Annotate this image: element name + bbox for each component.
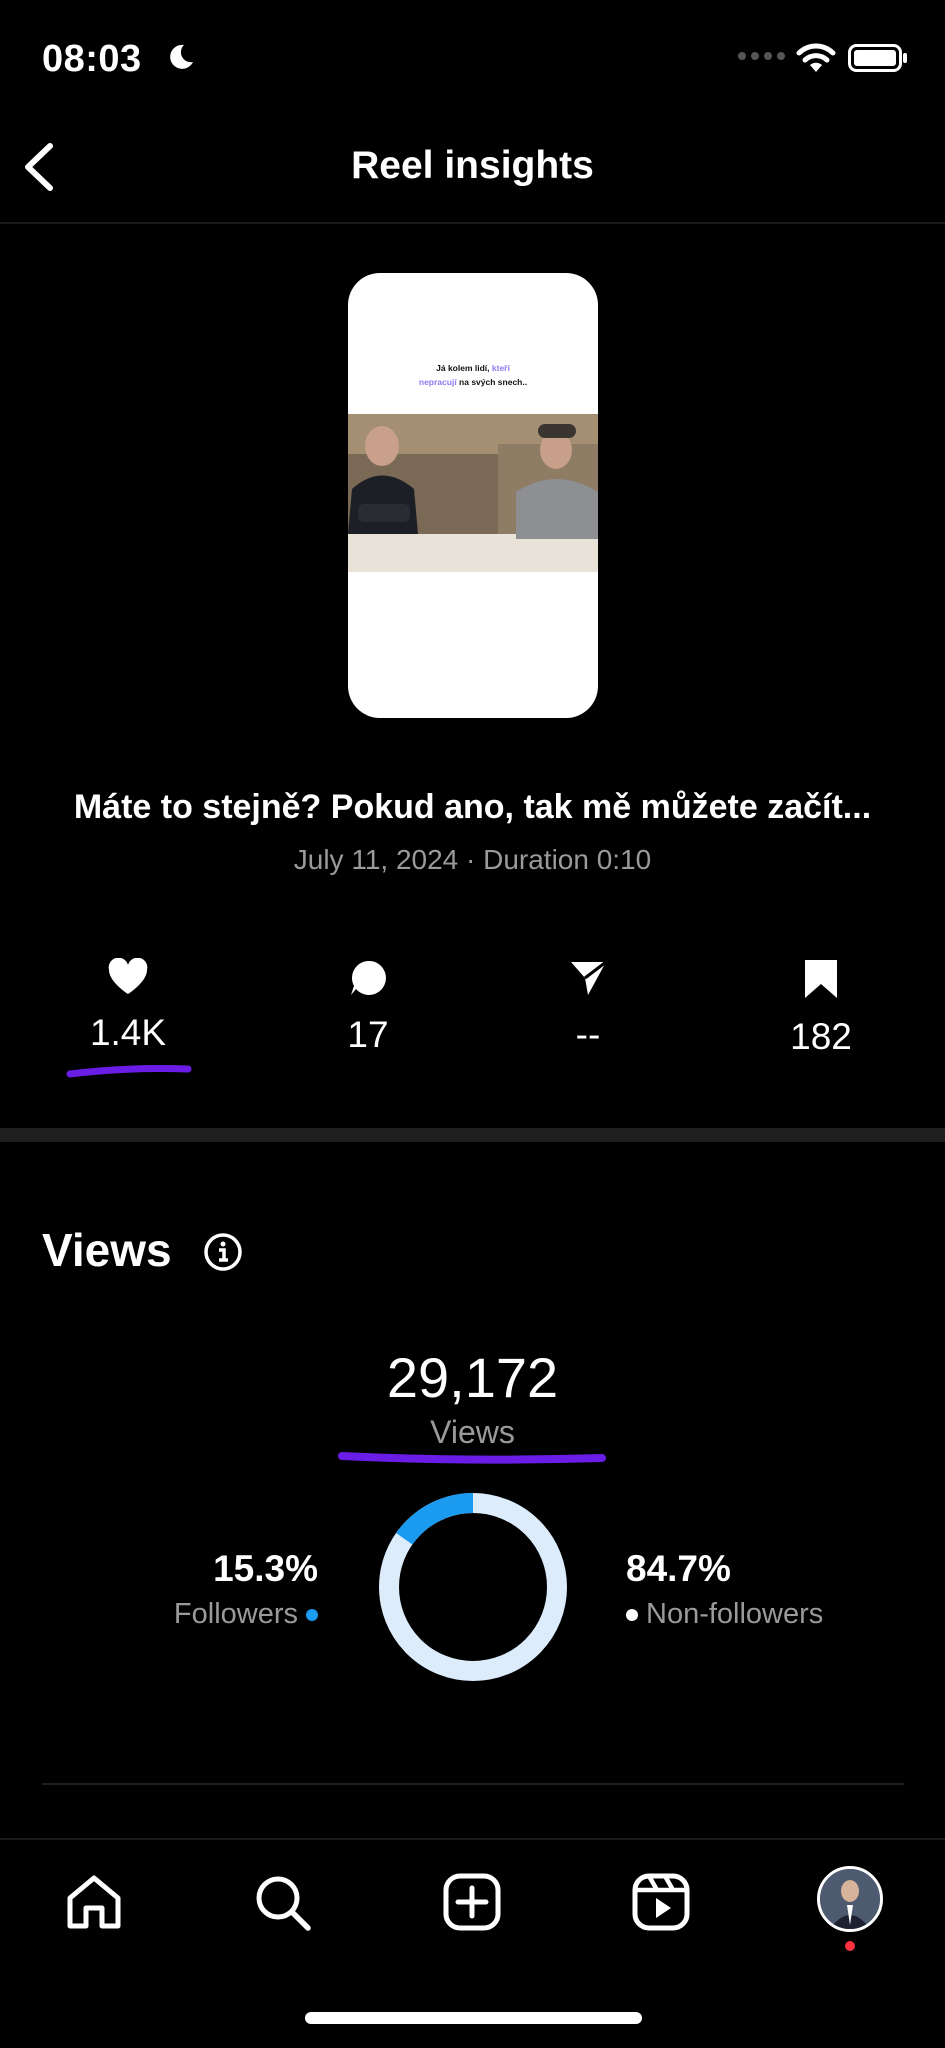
followers-dot [306, 1608, 318, 1621]
nonfollowers-breakdown: 84.7% Non-followers [626, 1548, 906, 1631]
highlight-scribble [66, 1065, 192, 1078]
saves-count: 182 [790, 1016, 852, 1057]
wifi-icon [796, 43, 836, 72]
info-icon[interactable] [203, 1232, 243, 1272]
home-indicator[interactable] [305, 2012, 642, 2024]
nonfollowers-dot [626, 1608, 638, 1621]
signal-icon [738, 52, 785, 60]
shares-stat: -- [508, 958, 668, 1056]
create-icon[interactable] [440, 1870, 504, 1934]
notification-dot [845, 1941, 855, 1951]
reel-meta: July 11, 2024 · Duration 0:10 [293, 844, 652, 875]
section-divider [0, 1128, 945, 1142]
nav-divider [0, 1838, 945, 1840]
views-heading: Views [42, 1224, 172, 1276]
bookmark-icon [805, 960, 837, 998]
page-title: Reel insights [351, 144, 594, 187]
reels-icon[interactable] [629, 1870, 693, 1934]
home-icon[interactable] [62, 1870, 126, 1934]
saves-stat: 182 [741, 958, 901, 1058]
profile-avatar[interactable] [817, 1866, 883, 1932]
comments-stat: 17 [288, 958, 448, 1056]
nonfollowers-percent: 84.7% [626, 1548, 731, 1589]
likes-stat: 1.4K [48, 958, 208, 1054]
shares-count: -- [575, 1014, 601, 1055]
share-icon [571, 960, 607, 995]
reel-thumbnail[interactable]: Já kolem lidí, kteří nepracují na svých … [348, 273, 598, 718]
comment-icon [351, 960, 386, 995]
comments-count: 17 [347, 1014, 389, 1055]
status-time: 08:03 [42, 38, 142, 80]
followers-breakdown: 15.3% Followers [140, 1548, 318, 1631]
highlight-scribble [338, 1452, 606, 1464]
thumbnail-photo [348, 414, 598, 572]
nonfollowers-label: Non-followers [646, 1598, 824, 1630]
followers-label: Followers [173, 1598, 298, 1630]
search-icon[interactable] [250, 1870, 314, 1934]
likes-count: 1.4K [89, 1012, 167, 1053]
reel-title: Máte to stejně? Pokud ano, tak mě můžete… [73, 788, 872, 826]
avatar-image [820, 1869, 880, 1929]
followers-percent: 15.3% [213, 1548, 318, 1589]
header-divider [0, 222, 945, 224]
heart-icon [108, 958, 148, 994]
moon-icon [170, 44, 193, 69]
content-divider [42, 1783, 904, 1785]
views-donut-chart [379, 1493, 567, 1681]
thumbnail-caption: Já kolem lidí, kteří nepracují na svých … [418, 363, 528, 387]
views-total: 29,172 [386, 1346, 559, 1409]
battery-icon [848, 44, 907, 72]
